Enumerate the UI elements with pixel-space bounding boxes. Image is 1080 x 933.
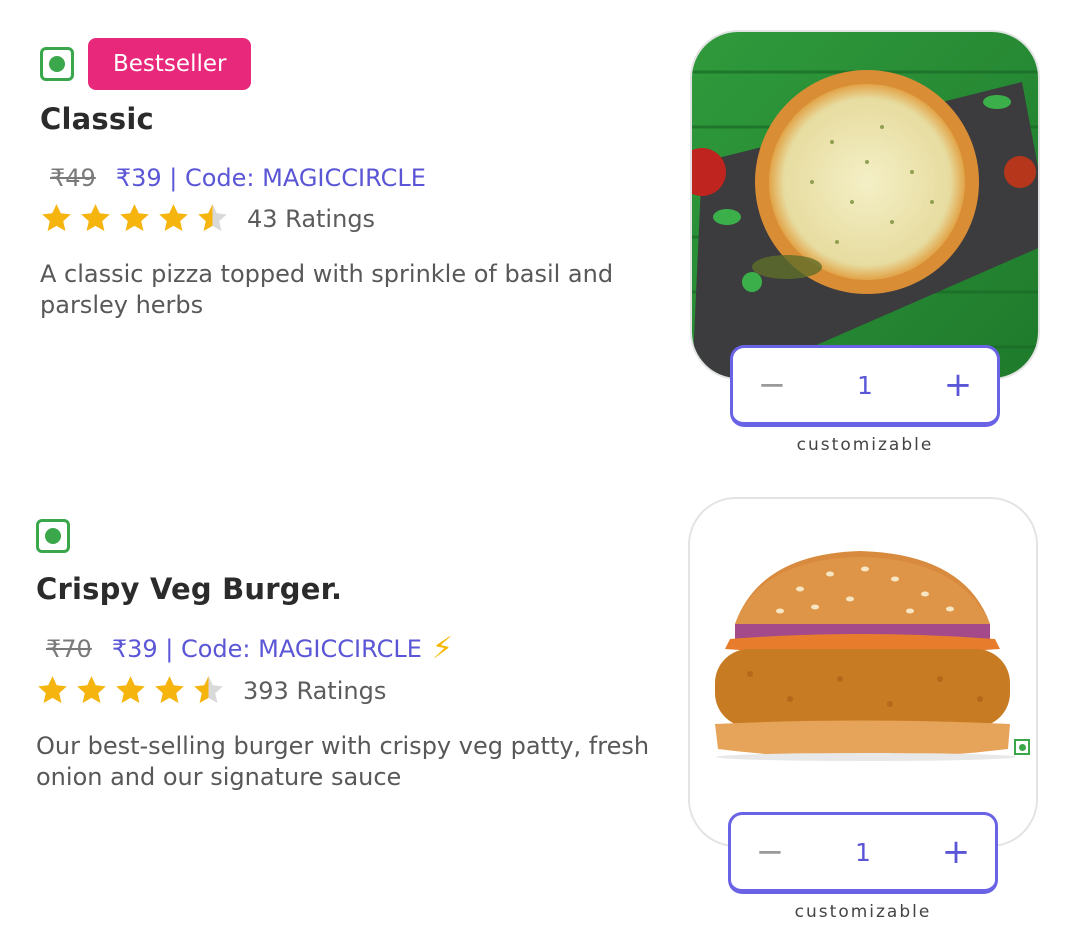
pizza-photo[interactable] <box>690 30 1040 380</box>
star-icon <box>42 204 71 232</box>
menu-item-crispy-veg-burger: Crispy Veg Burger. ₹70 ₹39 | Code: MAGIC… <box>0 470 1080 933</box>
customizable-label: customizable <box>794 902 932 922</box>
quantity-stepper[interactable]: − 1 + <box>728 812 998 894</box>
star-icon <box>81 204 110 232</box>
quantity-value: 1 <box>855 837 871 867</box>
original-price: ₹49 <box>50 164 96 192</box>
veg-icon-small <box>1014 739 1030 755</box>
plus-icon[interactable]: + <box>939 835 973 869</box>
offer-price-code: ₹39 | Code: MAGICCIRCLE <box>115 164 426 192</box>
tag-row: Bestseller <box>40 38 680 90</box>
star-icon <box>198 204 227 232</box>
veg-icon <box>40 47 74 81</box>
star-rating <box>40 202 229 235</box>
offer-price-code: ₹39 | Code: MAGICCIRCLE <box>111 635 422 663</box>
star-rating <box>36 674 225 707</box>
minus-icon[interactable]: − <box>755 368 789 402</box>
ratings-count: 43 Ratings <box>247 204 376 233</box>
burger-photo[interactable] <box>688 497 1038 847</box>
rating-row: 393 Ratings <box>36 674 676 707</box>
quantity-stepper[interactable]: − 1 + <box>730 345 1000 427</box>
item-description: Our best-selling burger with crispy veg … <box>36 732 650 791</box>
price-row: ₹49 ₹39 | Code: MAGICCIRCLE <box>40 164 680 192</box>
lightning-icon: ⚡ <box>431 631 453 666</box>
star-icon <box>194 676 223 704</box>
item-media: − 1 + customizable <box>688 497 1040 927</box>
star-icon <box>38 676 67 704</box>
item-description: A classic pizza topped with sprinkle of … <box>40 260 614 319</box>
star-icon <box>159 204 188 232</box>
item-info: Crispy Veg Burger. ₹70 ₹39 | Code: MAGIC… <box>36 510 676 793</box>
item-media: − 1 + customizable <box>690 30 1040 460</box>
tag-row <box>36 510 676 562</box>
plus-icon[interactable]: + <box>941 368 975 402</box>
price-row: ₹70 ₹39 | Code: MAGICCIRCLE ⚡ <box>36 634 676 664</box>
customizable-label: customizable <box>796 435 934 455</box>
star-icon <box>116 676 145 704</box>
bestseller-badge: Bestseller <box>88 38 252 90</box>
minus-icon[interactable]: − <box>753 835 787 869</box>
rating-row: 43 Ratings <box>40 202 680 235</box>
item-info: Bestseller Classic ₹49 ₹39 | Code: MAGIC… <box>40 38 680 321</box>
star-icon <box>77 676 106 704</box>
star-icon <box>155 676 184 704</box>
veg-icon <box>36 519 70 553</box>
star-icon <box>120 204 149 232</box>
item-name: Crispy Veg Burger. <box>36 572 343 606</box>
menu-item-classic: Bestseller Classic ₹49 ₹39 | Code: MAGIC… <box>0 0 1080 470</box>
item-name: Classic <box>40 102 154 136</box>
original-price: ₹70 <box>46 635 92 663</box>
ratings-count: 393 Ratings <box>243 676 387 705</box>
quantity-value: 1 <box>857 370 873 400</box>
